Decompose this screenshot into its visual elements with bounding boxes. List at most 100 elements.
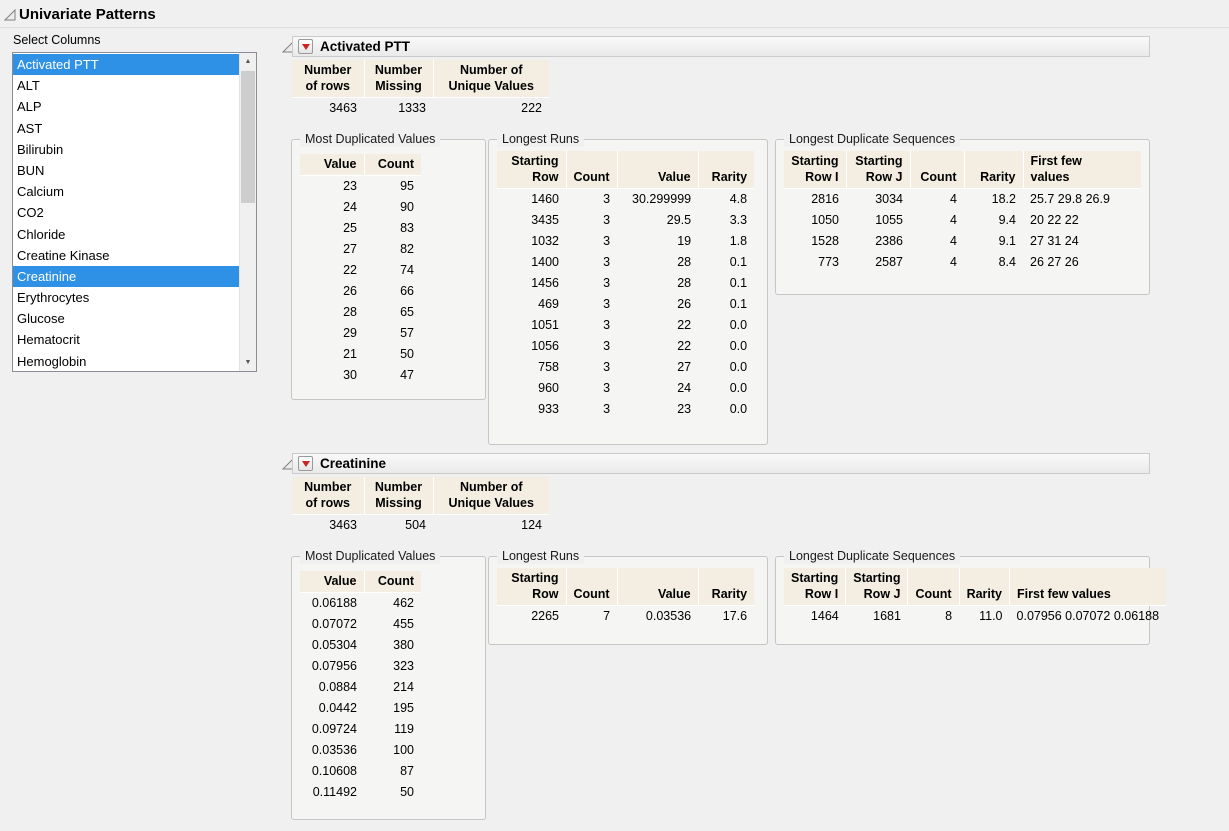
col-header-starting-row-i: Starting Row I — [784, 568, 846, 606]
table-body: 28163034418.225.7 29.8 26.91050105549.42… — [784, 189, 1141, 274]
table-cell: 758 — [497, 357, 566, 378]
table-row: 773258748.426 27 26 — [784, 252, 1141, 273]
table-cell: 960 — [497, 378, 566, 399]
table-cell: 0.11492 — [300, 782, 364, 803]
table-cell: 504 — [364, 515, 433, 537]
listbox-scrollbar[interactable]: ▲ ▼ — [239, 53, 256, 371]
table-header-row: Starting Row Count Value Rarity — [497, 568, 754, 606]
column-list-item[interactable]: Erythrocytes — [13, 287, 239, 308]
table-row: 2150 — [300, 344, 421, 365]
red-triangle-menu-icon[interactable] — [298, 456, 313, 471]
table-cell: 0.0 — [698, 357, 754, 378]
table-cell: 9.1 — [964, 231, 1023, 252]
table-row: 14641681811.00.07956 0.07072 0.06188 — [784, 606, 1166, 628]
table-cell: 3 — [566, 252, 617, 273]
column-list-item[interactable]: ALT — [13, 75, 239, 96]
table-cell: 28 — [300, 302, 364, 323]
table-cell: 25.7 29.8 26.9 — [1023, 189, 1141, 211]
column-list-item[interactable]: Creatine Kinase — [13, 245, 239, 266]
table-cell: 4 — [910, 231, 964, 252]
table-cell: 3034 — [846, 189, 910, 211]
column-list-item[interactable]: Activated PTT — [13, 54, 239, 75]
column-list-item[interactable]: Hemoglobin — [13, 351, 239, 371]
column-list-item[interactable]: AST — [13, 118, 239, 139]
table-cell: 0.03536 — [617, 606, 698, 628]
table-cell: 0.10608 — [300, 761, 364, 782]
red-triangle-menu-icon[interactable] — [298, 39, 313, 54]
panel-title: Longest Runs — [497, 549, 584, 564]
table-cell: 3 — [566, 357, 617, 378]
table-cell: 28 — [617, 252, 698, 273]
table-cell: 323 — [364, 656, 421, 677]
scrollbar-thumb[interactable] — [241, 71, 255, 203]
table-cell: 1050 — [784, 210, 846, 231]
table-row: 28163034418.225.7 29.8 26.9 — [784, 189, 1141, 211]
outline-header[interactable]: Activated PTT — [292, 36, 1150, 57]
col-header-rarity: Rarity — [959, 568, 1009, 606]
table-row: 0.03536100 — [300, 740, 421, 761]
table-cell: 25 — [300, 218, 364, 239]
table-cell: 0.1 — [698, 294, 754, 315]
table-cell: 21 — [300, 344, 364, 365]
table-row: 34631333222 — [292, 98, 549, 120]
column-list-item[interactable]: Hematocrit — [13, 329, 239, 350]
table-cell: 380 — [364, 635, 421, 656]
longest-runs-table: Starting Row Count Value Rarity 226570.0… — [497, 568, 754, 627]
panel-title: Longest Runs — [497, 132, 584, 147]
table-cell: 119 — [364, 719, 421, 740]
table-cell: 1032 — [497, 231, 566, 252]
table-row: 2274 — [300, 260, 421, 281]
table-cell: 2265 — [497, 606, 566, 628]
panel-most-duplicated-values: Most Duplicated Values Value Count 23952… — [291, 139, 486, 400]
section-title: Creatinine — [320, 456, 386, 471]
column-list-item[interactable]: ALP — [13, 96, 239, 117]
table-row: 0.0442195 — [300, 698, 421, 719]
col-header-starting-row-j: Starting Row J — [846, 568, 908, 606]
table-cell: 0.07956 — [300, 656, 364, 677]
table-cell: 83 — [364, 218, 421, 239]
table-body: 0.061884620.070724550.053043800.07956323… — [300, 593, 421, 804]
select-columns-label: Select Columns — [13, 33, 101, 47]
table-cell: 3 — [566, 294, 617, 315]
table-row: 0.06188462 — [300, 593, 421, 615]
summary-table: Number of rows Number Missing Number of … — [292, 60, 549, 119]
col-header-number-missing: Number Missing — [364, 477, 433, 515]
table-cell: 65 — [364, 302, 421, 323]
column-list: Activated PTTALTALPASTBilirubinBUNCalciu… — [13, 54, 239, 371]
table-cell: 2386 — [846, 231, 910, 252]
report-section-creatinine: Creatinine Number of rows Number Missing… — [281, 453, 1150, 825]
table-body: 1460330.2999994.83435329.53.310323191.81… — [497, 189, 754, 421]
column-list-item[interactable]: Glucose — [13, 308, 239, 329]
table-cell: 0.07072 — [300, 614, 364, 635]
column-listbox[interactable]: Activated PTTALTALPASTBilirubinBUNCalciu… — [12, 52, 257, 372]
table-cell: 100 — [364, 740, 421, 761]
table-cell: 22 — [617, 336, 698, 357]
table-body: 34631333222 — [292, 98, 549, 120]
table-cell: 933 — [497, 399, 566, 420]
table-cell: 3463 — [292, 515, 364, 537]
table-row: 2666 — [300, 281, 421, 302]
panel-title: Longest Duplicate Sequences — [784, 132, 960, 147]
table-cell: 3 — [566, 210, 617, 231]
panel-longest-duplicate-sequences: Longest Duplicate Sequences Starting Row… — [775, 139, 1150, 295]
table-cell: 2816 — [784, 189, 846, 211]
col-header-number-of-rows: Number of rows — [292, 60, 364, 98]
column-list-item[interactable]: BUN — [13, 160, 239, 181]
column-list-item[interactable]: Calcium — [13, 181, 239, 202]
col-header-first-few-values: First few values — [1010, 568, 1167, 606]
column-list-item[interactable]: Creatinine — [13, 266, 239, 287]
scrollbar-down-icon[interactable]: ▼ — [240, 354, 256, 371]
disclosure-open-icon[interactable] — [4, 9, 16, 21]
outline-header[interactable]: Creatinine — [292, 453, 1150, 474]
col-header-count: Count — [910, 151, 964, 189]
col-header-starting-row: Starting Row — [497, 151, 566, 189]
column-list-item[interactable]: Chloride — [13, 224, 239, 245]
scrollbar-up-icon[interactable]: ▲ — [240, 53, 256, 70]
table-cell: 1464 — [784, 606, 846, 628]
column-list-item[interactable]: Bilirubin — [13, 139, 239, 160]
table-cell: 3463 — [292, 98, 364, 120]
table-row: 9603240.0 — [497, 378, 754, 399]
table-cell: 0.03536 — [300, 740, 364, 761]
column-list-item[interactable]: CO2 — [13, 202, 239, 223]
table-cell: 29 — [300, 323, 364, 344]
